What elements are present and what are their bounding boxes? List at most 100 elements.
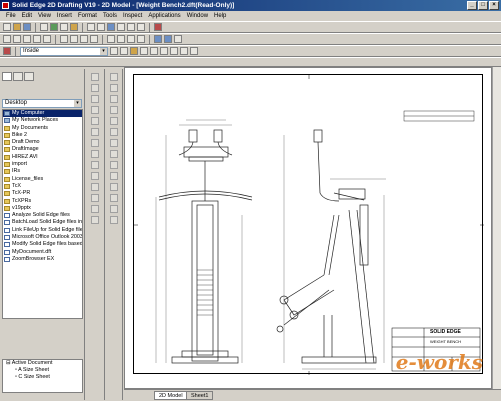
menu-format[interactable]: Format	[75, 11, 100, 21]
mirror-icon[interactable]	[127, 35, 135, 43]
circle-icon[interactable]	[23, 35, 31, 43]
draw-tool-1-icon[interactable]	[91, 84, 99, 92]
menu-edit[interactable]: Edit	[19, 11, 35, 21]
dimension-tool-3-icon[interactable]	[110, 106, 118, 114]
library-item[interactable]: v19pptx	[3, 205, 82, 212]
library-item[interactable]: BatchLoad Solid Edge files into	[3, 219, 82, 226]
library-item[interactable]: License_files	[3, 176, 82, 183]
dimension-tool-0-icon[interactable]	[110, 73, 118, 81]
menu-insert[interactable]: Insert	[54, 11, 75, 21]
maximize-button[interactable]: □	[478, 1, 488, 10]
drawing-canvas[interactable]: SOLID EDGE WEIGHT BENCH e-works	[124, 67, 492, 389]
rectangle-icon[interactable]	[43, 35, 51, 43]
minimize-button[interactable]: _	[467, 1, 477, 10]
dimension-tool-6-icon[interactable]	[110, 139, 118, 147]
tab-sheet1[interactable]: Sheet1	[186, 391, 214, 400]
zoom-area-icon[interactable]	[107, 23, 115, 31]
leader-icon[interactable]	[174, 35, 182, 43]
dimension-tool-8-icon[interactable]	[110, 161, 118, 169]
draw-tool-7-icon[interactable]	[91, 150, 99, 158]
library-item[interactable]: IRs	[3, 168, 82, 175]
dimension-tool-1-icon[interactable]	[110, 84, 118, 92]
paste-icon[interactable]	[70, 23, 78, 31]
color-icon[interactable]	[130, 47, 138, 55]
italic-icon[interactable]	[120, 47, 128, 55]
zoom-icon[interactable]	[117, 23, 125, 31]
draw-tool-8-icon[interactable]	[91, 161, 99, 169]
fillet-icon[interactable]	[60, 35, 68, 43]
library-item[interactable]: My Documents	[3, 125, 82, 132]
draw-tool-4-icon[interactable]	[91, 117, 99, 125]
library-item[interactable]: MyDocument.dft	[3, 249, 82, 256]
style-icon[interactable]	[140, 47, 148, 55]
fill-icon[interactable]	[170, 47, 178, 55]
menu-view[interactable]: View	[35, 11, 54, 21]
library-item[interactable]: Modify Solid Edge files based	[3, 241, 82, 248]
select-icon[interactable]	[3, 35, 11, 43]
save-icon[interactable]	[23, 23, 31, 31]
tree-root[interactable]: ⊟ Active Document	[3, 360, 82, 367]
draw-tool-5-icon[interactable]	[91, 128, 99, 136]
library-location-combo[interactable]: Desktop ▾	[2, 99, 82, 108]
cut-icon[interactable]	[50, 23, 58, 31]
dimension-tool-7-icon[interactable]	[110, 150, 118, 158]
dimension-tool-5-icon[interactable]	[110, 128, 118, 136]
library-item[interactable]: TcX	[3, 183, 82, 190]
select-tool-icon[interactable]	[3, 47, 11, 55]
library-item[interactable]: Microsoft Office Outlook 2003	[3, 234, 82, 241]
copy-icon[interactable]	[60, 23, 68, 31]
library-item[interactable]: import	[3, 161, 82, 168]
line-width-icon[interactable]	[160, 47, 168, 55]
offset-icon[interactable]	[90, 35, 98, 43]
fit-icon[interactable]	[127, 23, 135, 31]
close-button[interactable]: ×	[489, 1, 499, 10]
draw-tool-9-icon[interactable]	[91, 172, 99, 180]
draw-tool-10-icon[interactable]	[91, 183, 99, 191]
library-item[interactable]: Bike 2	[3, 132, 82, 139]
dimension-tool-4-icon[interactable]	[110, 117, 118, 125]
draw-tool-12-icon[interactable]	[91, 205, 99, 213]
chevron-down-icon[interactable]: ▾	[74, 100, 81, 107]
extend-icon[interactable]	[80, 35, 88, 43]
line-icon[interactable]	[13, 35, 21, 43]
draw-tool-3-icon[interactable]	[91, 106, 99, 114]
library-item[interactable]: HIREZ AVI	[3, 154, 82, 161]
library-item[interactable]: My Computer	[3, 110, 82, 118]
line-type-icon[interactable]	[150, 47, 158, 55]
help-icon[interactable]	[154, 23, 162, 31]
library-item[interactable]: DraftImage	[3, 146, 82, 153]
tab-2d-model[interactable]: 2D Model	[154, 391, 188, 400]
menu-help[interactable]: Help	[211, 11, 229, 21]
text-icon[interactable]	[164, 35, 172, 43]
menu-inspect[interactable]: Inspect	[120, 11, 145, 21]
groups-tab-icon[interactable]	[24, 72, 34, 81]
library-item[interactable]: Draft Demo	[3, 139, 82, 146]
chevron-down-icon[interactable]: ▾	[100, 47, 107, 55]
draw-tool-2-icon[interactable]	[91, 95, 99, 103]
redo-icon[interactable]	[97, 23, 105, 31]
app-icon[interactable]	[2, 2, 9, 9]
hatch-icon[interactable]	[180, 47, 188, 55]
pan-icon[interactable]	[137, 23, 145, 31]
move-icon[interactable]	[107, 35, 115, 43]
draw-tool-6-icon[interactable]	[91, 139, 99, 147]
bold-icon[interactable]	[110, 47, 118, 55]
trim-icon[interactable]	[70, 35, 78, 43]
draw-tool-13-icon[interactable]	[91, 216, 99, 224]
library-item[interactable]: Link FileUp for Solid Edge files	[3, 227, 82, 234]
dimension-tool-9-icon[interactable]	[110, 172, 118, 180]
print-icon[interactable]	[40, 23, 48, 31]
tree-sheet-a[interactable]: ▫ A Size Sheet	[3, 367, 82, 374]
font-combo[interactable]: Inside ▾	[20, 46, 108, 56]
library-item[interactable]: My Network Places	[3, 117, 82, 124]
dimension-tool-13-icon[interactable]	[110, 216, 118, 224]
menu-window[interactable]: Window	[184, 11, 211, 21]
draw-tool-11-icon[interactable]	[91, 194, 99, 202]
rotate-icon[interactable]	[117, 35, 125, 43]
tree-sheet-c[interactable]: ▫ C Size Sheet	[3, 374, 82, 381]
dimension-tool-10-icon[interactable]	[110, 183, 118, 191]
draw-tool-0-icon[interactable]	[91, 73, 99, 81]
dimension-icon[interactable]	[154, 35, 162, 43]
library-tab-icon[interactable]	[2, 72, 12, 81]
vertical-scrollbar[interactable]	[492, 67, 501, 389]
